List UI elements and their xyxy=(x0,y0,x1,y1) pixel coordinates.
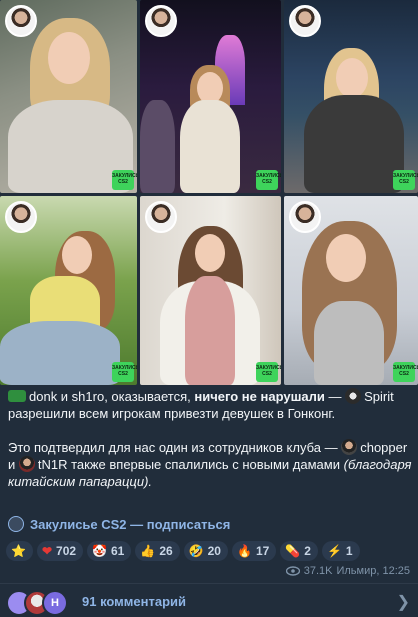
reaction-laugh[interactable]: 🤣 20 xyxy=(183,541,228,561)
avatar xyxy=(5,5,37,37)
spirit-dragon-icon xyxy=(345,388,362,404)
channel-badge: ЗАКУЛИСЬЕ CS2 xyxy=(112,170,137,190)
reaction-fire[interactable]: 🔥 17 xyxy=(231,541,277,561)
channel-logo-icon xyxy=(8,516,24,532)
reaction-count: 26 xyxy=(159,544,173,558)
reaction-heart[interactable]: ❤ 702 xyxy=(36,541,84,561)
channel-badge: ЗАКУЛИСЬЕ CS2 xyxy=(256,170,281,190)
reaction-count: 17 xyxy=(255,544,270,558)
avatar xyxy=(145,5,177,37)
player-name: chopper xyxy=(360,440,408,455)
message-text: donk и sh1ro, оказывается, ничего не нар… xyxy=(8,388,412,490)
chevron-right-icon[interactable]: ❯ xyxy=(397,592,410,612)
reaction-count: 20 xyxy=(207,544,221,558)
photo-4[interactable]: ЗАКУЛИСЬЕ CS2 xyxy=(0,196,137,385)
clown-icon: 🤡 xyxy=(92,544,107,558)
avatar xyxy=(145,201,177,233)
author-time: Ильмир, 12:25 xyxy=(336,565,410,577)
photo-6[interactable]: ЗАКУЛИСЬЕ CS2 xyxy=(284,196,418,385)
thumbs-up-icon: 👍 xyxy=(140,544,156,558)
channel-badge: ЗАКУЛИСЬЕ CS2 xyxy=(393,170,418,190)
channel-badge: ЗАКУЛИСЬЕ CS2 xyxy=(112,362,137,382)
reaction-pill[interactable]: 💊 2 xyxy=(280,541,318,561)
reaction-star[interactable]: ⭐ xyxy=(6,541,33,561)
comments-bar[interactable]: Н 91 комментарий ❯ xyxy=(0,586,418,617)
reaction-thumbs-up[interactable]: 👍 26 xyxy=(135,541,180,561)
avatar xyxy=(289,201,321,233)
reaction-count: 2 xyxy=(304,544,311,558)
text-part: и xyxy=(8,457,19,472)
divider xyxy=(0,583,418,584)
bold-text: ничего не нарушали xyxy=(194,389,325,404)
reaction-clown[interactable]: 🤡 61 xyxy=(87,541,132,561)
view-count: 37.1K xyxy=(303,565,333,577)
channel-badge: ЗАКУЛИСЬЕ CS2 xyxy=(393,362,418,382)
pill-icon: 💊 xyxy=(285,544,301,558)
reaction-count: 1 xyxy=(345,544,353,558)
star-icon: ⭐ xyxy=(11,544,26,558)
lightning-icon: ⚡ xyxy=(326,544,342,558)
photo-5[interactable]: ЗАКУЛИСЬЕ CS2 xyxy=(140,196,281,385)
comments-label[interactable]: 91 комментарий xyxy=(82,594,186,609)
text-part: разрешили всем игрокам привезти девушек … xyxy=(8,406,336,421)
channel-link-label[interactable]: Закулисье CS2 — подписаться xyxy=(30,517,230,532)
fire-icon: 🔥 xyxy=(236,544,252,558)
text-part: Это подтвердил для нас один из сотрудник… xyxy=(8,440,342,455)
photo-3[interactable]: ЗАКУЛИСЬЕ CS2 xyxy=(284,0,418,193)
photo-1[interactable]: ЗАКУЛИСЬЕ CS2 xyxy=(0,0,137,193)
avatar: Н xyxy=(42,589,68,616)
avatar xyxy=(289,5,321,37)
text-part: — xyxy=(324,389,346,404)
team-name: Spirit xyxy=(364,389,394,404)
text-part: также впервые спалились с новыми дамами xyxy=(67,457,344,472)
reactions-bar: ⭐ ❤ 702 🤡 61 👍 26 🤣 20 🔥 17 💊 2 ⚡ 1 xyxy=(6,541,360,561)
photo-2[interactable]: ЗАКУЛИСЬЕ CS2 xyxy=(140,0,281,193)
photo-grid: ЗАКУЛИСЬЕ CS2 ЗАКУЛИСЬЕ CS2 ЗАКУЛИСЬЕ CS… xyxy=(0,0,418,385)
avatar xyxy=(5,201,37,233)
player-avatar-icon xyxy=(341,439,358,455)
heart-icon: ❤ xyxy=(41,544,53,558)
eye-icon xyxy=(285,566,300,576)
team-icon xyxy=(8,390,26,402)
reaction-count: 702 xyxy=(56,544,77,558)
player-avatar-icon xyxy=(18,456,35,472)
channel-link[interactable]: Закулисье CS2 — подписаться xyxy=(8,516,230,532)
player-name: tN1R xyxy=(37,457,68,472)
channel-badge: ЗАКУЛИСЬЕ CS2 xyxy=(256,362,281,382)
reaction-count: 61 xyxy=(111,544,125,558)
message-meta: 37.1K Ильмир, 12:25 xyxy=(285,565,410,577)
reaction-lightning[interactable]: ⚡ 1 xyxy=(321,541,360,561)
text-part: donk и sh1ro, оказывается, xyxy=(29,389,195,404)
laugh-icon: 🤣 xyxy=(188,544,204,558)
commenter-avatars: Н xyxy=(6,589,72,616)
message-card: ЗАКУЛИСЬЕ CS2 ЗАКУЛИСЬЕ CS2 ЗАКУЛИСЬЕ CS… xyxy=(0,0,418,617)
